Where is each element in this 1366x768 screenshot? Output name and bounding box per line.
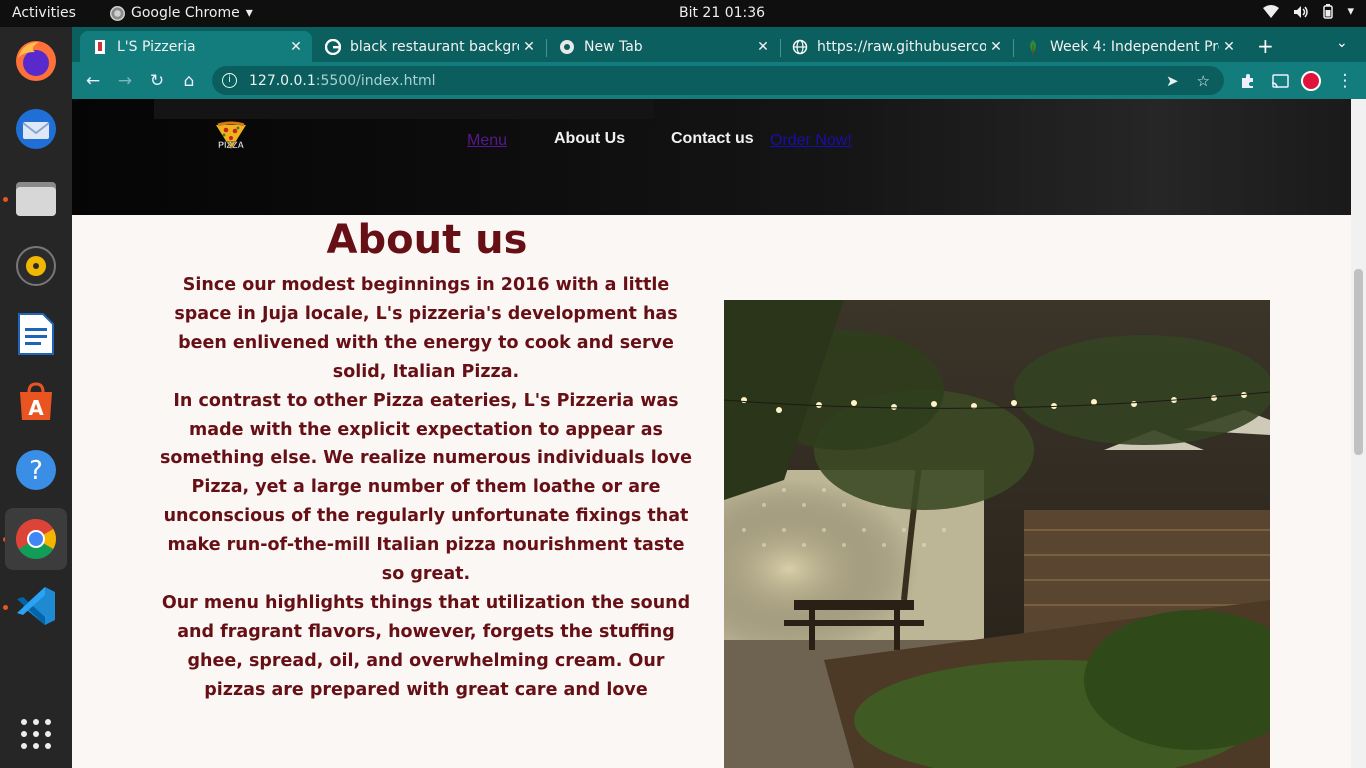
- help-icon[interactable]: ?: [11, 445, 61, 495]
- rhythmbox-icon[interactable]: [11, 241, 61, 291]
- tab-title: Week 4: Independent Pro: [1050, 38, 1219, 55]
- nav-menu-link[interactable]: Menu: [467, 132, 507, 150]
- nav-order-now-link[interactable]: Order Now!: [770, 132, 852, 150]
- tab-title: New Tab: [584, 38, 643, 55]
- browser-toolbar: ← → ↻ ⌂ i 127.0.0.1:5500/index.html ➤ ☆ …: [72, 62, 1366, 99]
- wifi-icon: [1263, 4, 1280, 18]
- about-paragraph: In contrast to other Pizza eateries, L's…: [159, 390, 693, 585]
- app-menu[interactable]: Google Chrome ▾: [110, 5, 253, 21]
- about-paragraph: Our menu highlights things that utilizat…: [161, 592, 691, 700]
- files-icon[interactable]: [11, 173, 61, 223]
- libreoffice-writer-icon[interactable]: [11, 309, 61, 359]
- clock[interactable]: Bit 21 01:36: [679, 5, 765, 21]
- system-tray[interactable]: ▾: [1263, 4, 1354, 19]
- caret-down-icon: ▾: [245, 5, 253, 21]
- tab-week-4[interactable]: Week 4: Independent Pro ✕: [1013, 31, 1245, 62]
- about-paragraph: Since our modest beginnings in 2016 with…: [174, 275, 678, 382]
- nav-about-us[interactable]: About Us: [554, 130, 625, 148]
- google-chrome-icon[interactable]: [5, 508, 67, 570]
- about-body: Since our modest beginnings in 2016 with…: [156, 271, 696, 705]
- page-favicon-icon: [92, 39, 108, 55]
- thunderbird-icon[interactable]: [11, 104, 61, 154]
- send-tab-icon[interactable]: ➤: [1166, 72, 1179, 90]
- close-icon[interactable]: ✕: [986, 39, 1006, 55]
- running-indicator: [3, 197, 8, 202]
- header-hero: PIZZA Menu About Us Contact us Order Now…: [72, 99, 1351, 215]
- tab-new-tab[interactable]: New Tab ✕: [547, 31, 779, 62]
- running-indicator: [3, 605, 8, 610]
- home-button[interactable]: ⌂: [178, 70, 200, 92]
- volume-icon: [1294, 5, 1309, 18]
- new-tab-button[interactable]: +: [1257, 34, 1274, 58]
- logo-text: PIZZA: [218, 140, 244, 150]
- leaf-icon: [1025, 39, 1041, 55]
- vscode-icon[interactable]: [11, 581, 61, 631]
- battery-icon: [1323, 4, 1334, 19]
- show-applications-icon[interactable]: [11, 709, 61, 759]
- tab-ls-pizzeria[interactable]: L'S Pizzeria ✕: [80, 31, 312, 62]
- tab-strip: L'S Pizzeria ✕ black restaurant backgro …: [72, 27, 1366, 62]
- chrome-small-icon: [110, 5, 125, 21]
- url-path: :5500/index.html: [315, 72, 436, 89]
- app-menu-label: Google Chrome: [131, 5, 240, 21]
- chevron-down-icon: ▾: [1347, 4, 1354, 19]
- tab-title: https://raw.githubuserco: [817, 38, 986, 55]
- dock: A ?: [0, 27, 72, 768]
- google-icon: [325, 38, 341, 55]
- header-image-strip: [154, 99, 654, 119]
- tab-black-restaurant[interactable]: black restaurant backgro ✕: [313, 31, 545, 62]
- system-top-bar: Activities Google Chrome ▾ Bit 21 01:36 …: [0, 0, 1366, 27]
- forward-button[interactable]: →: [114, 70, 136, 92]
- kebab-menu-icon[interactable]: ⋮: [1334, 70, 1356, 92]
- close-icon[interactable]: ✕: [286, 39, 306, 55]
- firefox-icon[interactable]: [11, 36, 61, 86]
- pizza-logo-icon[interactable]: PIZZA: [212, 119, 250, 157]
- tab-title: L'S Pizzeria: [117, 38, 196, 55]
- back-button[interactable]: ←: [82, 70, 104, 92]
- tab-search-chevron-icon[interactable]: ⌄: [1336, 35, 1348, 51]
- bookmark-star-icon[interactable]: ☆: [1197, 72, 1210, 90]
- ubuntu-software-icon[interactable]: A: [11, 377, 61, 427]
- reload-button[interactable]: ↻: [146, 70, 168, 92]
- browser-window: L'S Pizzeria ✕ black restaurant backgro …: [72, 27, 1366, 768]
- tab-raw-githubusercontent[interactable]: https://raw.githubuserco ✕: [780, 31, 1012, 62]
- site-info-icon[interactable]: i: [222, 73, 237, 88]
- cast-icon[interactable]: [1269, 70, 1291, 92]
- nav-contact-us[interactable]: Contact us: [671, 130, 754, 148]
- svg-text:A: A: [28, 396, 44, 420]
- page-scrollbar[interactable]: [1351, 99, 1366, 768]
- activities-button[interactable]: Activities: [12, 5, 76, 21]
- restaurant-patio-photo: [724, 300, 1270, 768]
- close-icon[interactable]: ✕: [1219, 39, 1239, 55]
- chrome-icon: [559, 39, 575, 55]
- scrollbar-thumb[interactable]: [1354, 269, 1363, 455]
- tab-title: black restaurant backgro: [350, 38, 519, 55]
- profile-avatar[interactable]: [1301, 71, 1321, 91]
- url-host: 127.0.0.1: [249, 72, 316, 89]
- about-heading: About us: [326, 217, 528, 263]
- close-icon[interactable]: ✕: [519, 39, 539, 55]
- svg-text:?: ?: [29, 456, 43, 486]
- page-viewport: PIZZA Menu About Us Contact us Order Now…: [72, 99, 1351, 768]
- globe-icon: [792, 39, 808, 55]
- close-icon[interactable]: ✕: [753, 39, 773, 55]
- address-bar[interactable]: i 127.0.0.1:5500/index.html ➤ ☆: [212, 66, 1224, 95]
- extensions-puzzle-icon[interactable]: [1237, 70, 1259, 92]
